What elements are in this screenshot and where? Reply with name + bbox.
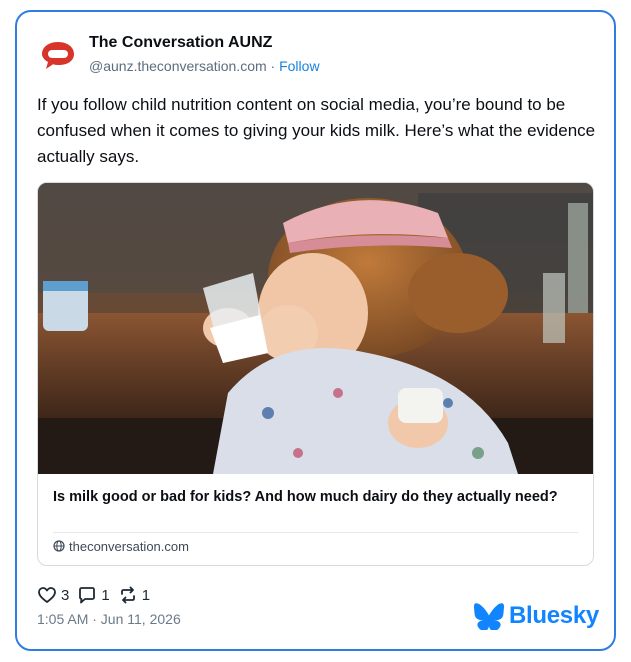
link-divider <box>53 532 578 533</box>
author-handle[interactable]: @aunz.theconversation.com <box>89 58 267 74</box>
follow-button[interactable]: Follow <box>279 58 319 74</box>
avatar[interactable] <box>37 34 79 76</box>
comment-icon <box>79 587 96 604</box>
speech-bubble-logo-icon <box>37 34 79 76</box>
author-meta: @aunz.theconversation.com · Follow <box>89 58 320 74</box>
post-header: The Conversation AUNZ @aunz.theconversat… <box>37 32 597 78</box>
girl-drinking-milk-photo <box>38 183 593 474</box>
reply-count: 1 <box>101 586 110 604</box>
reply-stat[interactable]: 1 <box>77 585 110 605</box>
brand-name: Bluesky <box>509 602 599 629</box>
like-count: 3 <box>61 586 70 604</box>
link-preview-image[interactable] <box>38 183 593 474</box>
link-domain[interactable]: theconversation.com <box>53 539 189 554</box>
globe-icon <box>53 540 65 552</box>
link-title[interactable]: Is milk good or bad for kids? And how mu… <box>53 487 578 508</box>
link-preview-card[interactable]: Is milk good or bad for kids? And how mu… <box>37 182 594 566</box>
post-text: If you follow child nutrition content on… <box>37 95 596 166</box>
link-domain-text: theconversation.com <box>69 539 189 554</box>
butterfly-icon <box>474 602 504 630</box>
meta-separator: · <box>266 58 280 74</box>
post-embed-card: The Conversation AUNZ @aunz.theconversat… <box>15 10 616 651</box>
repost-stat[interactable]: 1 <box>118 585 150 605</box>
repost-count: 1 <box>141 586 151 604</box>
heart-icon <box>38 587 56 603</box>
post-timestamp[interactable]: 1:05 AM · Jun 11, 2026 <box>37 611 181 627</box>
bluesky-brand-link[interactable]: Bluesky <box>474 600 599 632</box>
engagement-stats: 3 1 1 <box>37 585 158 605</box>
author-name[interactable]: The Conversation AUNZ <box>89 34 272 52</box>
like-stat[interactable]: 3 <box>37 585 69 605</box>
repost-icon <box>120 586 135 604</box>
